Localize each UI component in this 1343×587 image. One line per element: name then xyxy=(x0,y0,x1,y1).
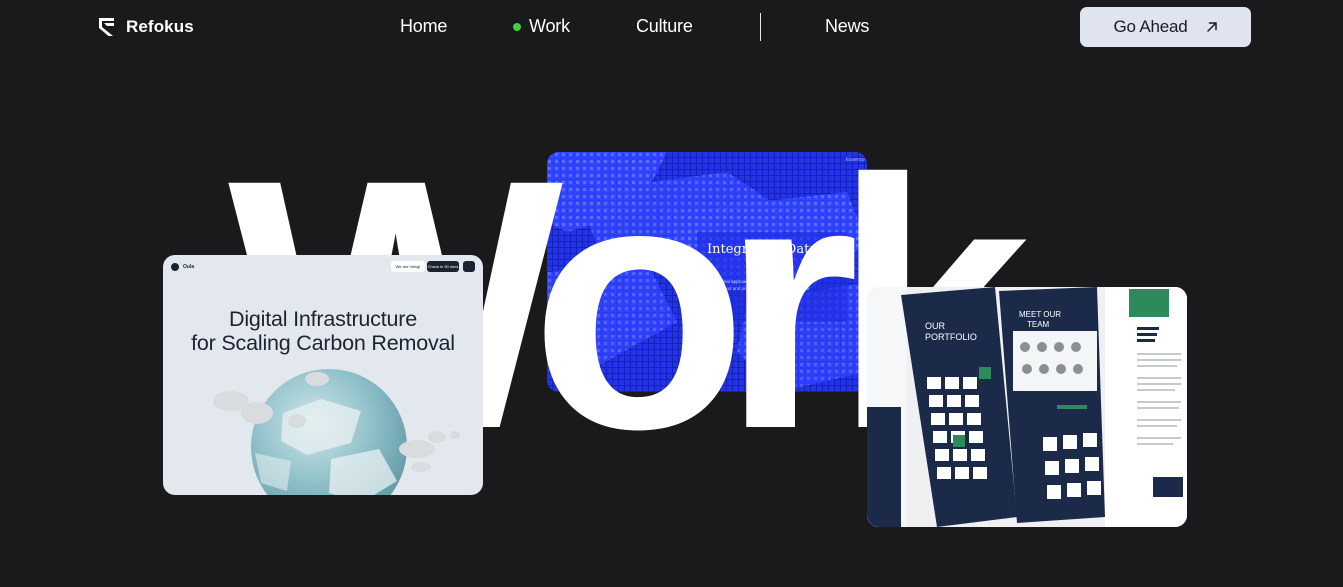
mock-brand-name: Oula xyxy=(183,264,195,270)
nav-divider xyxy=(760,13,761,41)
headline-line-1: Digital Infrastructure xyxy=(229,307,417,331)
portfolio-mockups-illustration: OUR PORTFOLIO MEET OUR TEAM xyxy=(867,287,1187,527)
globe-illustration xyxy=(213,369,460,495)
portfolio-title-text: OUR xyxy=(925,321,946,331)
project-card-carbon-removal[interactable]: Oula We are hiring! Check in 90 mins Dig… xyxy=(163,255,483,495)
mock-pill-hiring: We are hiring! xyxy=(391,261,425,272)
headline-line-2: for Scaling Carbon Removal xyxy=(191,331,455,355)
project-card-portfolio-team[interactable]: OUR PORTFOLIO MEET OUR TEAM xyxy=(867,287,1187,527)
team-title-text: MEET OUR xyxy=(1019,310,1061,319)
nav-work[interactable]: Work xyxy=(513,16,570,37)
go-ahead-button[interactable]: Go Ahead xyxy=(1080,7,1251,47)
go-ahead-label: Go Ahead xyxy=(1113,17,1188,36)
mock-site-header: Oula We are hiring! Check in 90 mins xyxy=(171,261,475,273)
card-carbon-headline: Digital Infrastructure for Scaling Carbo… xyxy=(163,307,483,355)
nav-work-label: Work xyxy=(529,16,570,36)
mock-menu-icon xyxy=(463,261,475,272)
mock-brand-logo-icon xyxy=(171,263,179,271)
nav-news[interactable]: News xyxy=(825,16,869,37)
nav-culture[interactable]: Culture xyxy=(636,16,693,37)
active-indicator-dot xyxy=(513,22,521,31)
mock-pill-checkin: Check in 90 mins xyxy=(427,261,459,272)
nav-home[interactable]: Home xyxy=(400,16,447,37)
mock-brand: Oula xyxy=(171,263,194,271)
arrow-up-right-icon xyxy=(1206,22,1217,32)
portfolio-title-text-2: PORTFOLIO xyxy=(925,332,977,342)
team-title-text-2: TEAM xyxy=(1027,320,1050,329)
